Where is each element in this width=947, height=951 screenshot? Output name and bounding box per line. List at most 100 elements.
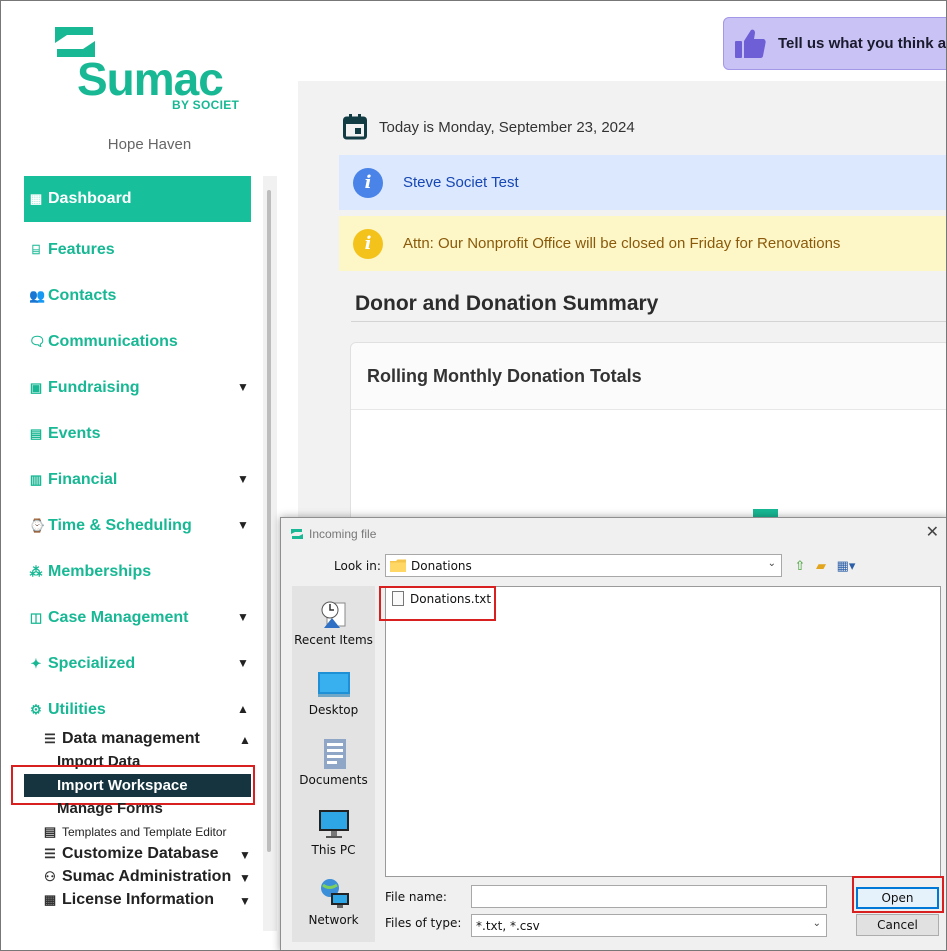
sidebar-item-label: Time & Scheduling (48, 517, 192, 534)
place-label: Desktop (308, 703, 359, 717)
sidebar-item-label: Memberships (48, 563, 152, 580)
chevron-down-icon[interactable]: ▼ (239, 848, 251, 862)
chevron-down-icon[interactable]: ▼ (237, 472, 249, 486)
group-icon: ⁂ (29, 564, 43, 579)
highlight-box-file (379, 586, 496, 621)
chevron-up-icon[interactable]: ▲ (237, 702, 249, 716)
chevron-down-icon[interactable]: ▼ (237, 380, 249, 394)
place-documents[interactable]: Documents (292, 738, 375, 787)
thumbs-up-icon (735, 29, 766, 58)
sumac-administration-item[interactable]: ⚇ Sumac Administration ▼ (43, 868, 251, 886)
documents-icon (323, 739, 346, 769)
places-bar: Recent Items Desktop Documents This PC N… (292, 586, 375, 942)
sidebar-item-label: Features (48, 241, 115, 258)
chevron-down-icon[interactable]: ▼ (239, 894, 251, 908)
up-folder-icon[interactable]: ⇧ (791, 557, 809, 575)
database-icon: ☰ (44, 846, 56, 861)
sidebar-item-contacts[interactable]: 👥 Contacts (24, 273, 251, 319)
file-name-label: File name: (385, 890, 447, 904)
brand-name: Sumac (77, 53, 224, 105)
sidebar-item-financial[interactable]: ▥ Financial ▼ (24, 457, 251, 503)
sumac-administration-label: Sumac Administration (62, 868, 232, 885)
section-divider (351, 321, 946, 322)
recent-items-icon (321, 601, 345, 628)
view-menu-icon[interactable]: ▦▾ (834, 557, 858, 575)
place-label: Network (308, 913, 359, 927)
customize-database-item[interactable]: ☰ Customize Database ▼ (43, 845, 251, 863)
scrollbar-thumb[interactable] (267, 190, 271, 852)
today-line: Today is Monday, September 23, 2024 (343, 114, 635, 140)
sidebar-item-case-management[interactable]: ◫ Case Management ▼ (24, 595, 251, 641)
info-banner: i Steve Societ Test (339, 155, 946, 210)
file-name-field[interactable] (471, 885, 827, 908)
highlight-box-import-workspace (11, 765, 255, 805)
cancel-button[interactable]: Cancel (856, 914, 939, 936)
place-desktop[interactable]: Desktop (292, 668, 375, 717)
calendar-icon (343, 114, 367, 140)
license-information-item[interactable]: ▦ License Information ▼ (43, 891, 251, 909)
look-in-select[interactable]: Donations ⌄ (385, 554, 782, 577)
place-label: Documents (299, 773, 368, 787)
card-title: Rolling Monthly Donation Totals (351, 343, 946, 410)
admin-icon: ⚇ (44, 869, 56, 884)
chat-icon: 🗨 (29, 334, 46, 349)
gift-icon: ⌸ (32, 242, 40, 257)
chevron-down-icon[interactable]: ▼ (237, 656, 249, 670)
sidebar-item-utilities[interactable]: ⚙ Utilities ▲ (24, 687, 251, 733)
sidebar-item-specialized[interactable]: ✦ Specialized ▼ (24, 641, 251, 687)
chevron-up-icon[interactable]: ▲ (239, 733, 251, 747)
dialog-title: Incoming file (309, 527, 377, 541)
look-in-label: Look in: (334, 559, 381, 573)
sidebar-item-features[interactable]: ⌸ Features (24, 227, 251, 273)
place-this-pc[interactable]: This PC (292, 808, 375, 857)
sidebar-item-label: Contacts (48, 287, 117, 304)
computer-icon (318, 810, 349, 838)
chevron-down-icon: ⌄ (767, 558, 776, 569)
sumac-small-icon (291, 529, 303, 539)
files-of-type-label: Files of type: (385, 916, 462, 930)
sidebar-item-communications[interactable]: 🗨 Communications (24, 319, 251, 365)
close-icon[interactable]: ✕ (926, 522, 939, 542)
money-icon: ▣ (29, 380, 43, 395)
chevron-down-icon: ⌄ (812, 918, 821, 929)
sidebar-item-fundraising[interactable]: ▣ Fundraising ▼ (24, 365, 251, 411)
sidebar-scrollbar[interactable] (263, 176, 277, 931)
sidebar-item-memberships[interactable]: ⁂ Memberships (24, 549, 251, 595)
sidebar-item-label: Events (48, 425, 101, 442)
data-management-item[interactable]: ☰ Data management ▲ (43, 730, 251, 748)
warning-banner: i Attn: Our Nonprofit Office will be clo… (339, 216, 946, 271)
file-open-dialog: Incoming file ✕ Look in: Donations ⌄ ⇧ ▰… (280, 517, 946, 950)
calendar-icon: ▤ (29, 426, 43, 441)
data-management-label: Data management (62, 730, 200, 747)
sidebar-item-label: Fundraising (48, 379, 140, 396)
feedback-button[interactable]: Tell us what you think a (723, 17, 947, 70)
feedback-text: Tell us what you think a (778, 35, 947, 52)
sidebar-item-time-scheduling[interactable]: ⌚ Time & Scheduling ▼ (24, 503, 251, 549)
manage-forms-link[interactable]: Manage Forms (57, 800, 163, 817)
place-network[interactable]: Network (292, 878, 375, 927)
organization-name: Hope Haven (107, 136, 192, 153)
chevron-down-icon[interactable]: ▼ (237, 518, 249, 532)
star-icon: ✦ (30, 656, 42, 671)
chevron-down-icon[interactable]: ▼ (239, 871, 251, 885)
clock-icon: ⌚ (29, 518, 46, 533)
license-information-label: License Information (62, 891, 215, 908)
file-list[interactable]: Donations.txt (385, 586, 941, 877)
place-recent-items[interactable]: Recent Items (292, 598, 375, 647)
sidebar-item-events[interactable]: ▤ Events (24, 411, 251, 457)
files-of-type-select[interactable]: *.txt, *.csv ⌄ (471, 914, 827, 937)
brand-tagline: BY SOCIET (172, 98, 240, 112)
sidebar: Sumac BY SOCIET Hope Haven ▦ Dashboard ⌸… (1, 1, 298, 950)
cog-icon: ⚙ (30, 702, 42, 717)
info-banner-text: Steve Societ Test (403, 174, 519, 191)
chevron-down-icon[interactable]: ▼ (237, 610, 249, 624)
templates-item[interactable]: ▤ Templates and Template Editor (43, 824, 227, 840)
sidebar-item-label: Utilities (48, 701, 106, 718)
files-of-type-value: *.txt, *.csv (476, 918, 540, 933)
sidebar-item-dashboard[interactable]: ▦ Dashboard (24, 176, 251, 222)
warning-banner-text: Attn: Our Nonprofit Office will be close… (403, 235, 841, 252)
new-folder-icon[interactable]: ▰ (812, 557, 830, 575)
bank-icon: ▥ (29, 472, 43, 487)
look-in-value: Donations (411, 558, 472, 573)
sidebar-item-label: Case Management (48, 609, 189, 626)
